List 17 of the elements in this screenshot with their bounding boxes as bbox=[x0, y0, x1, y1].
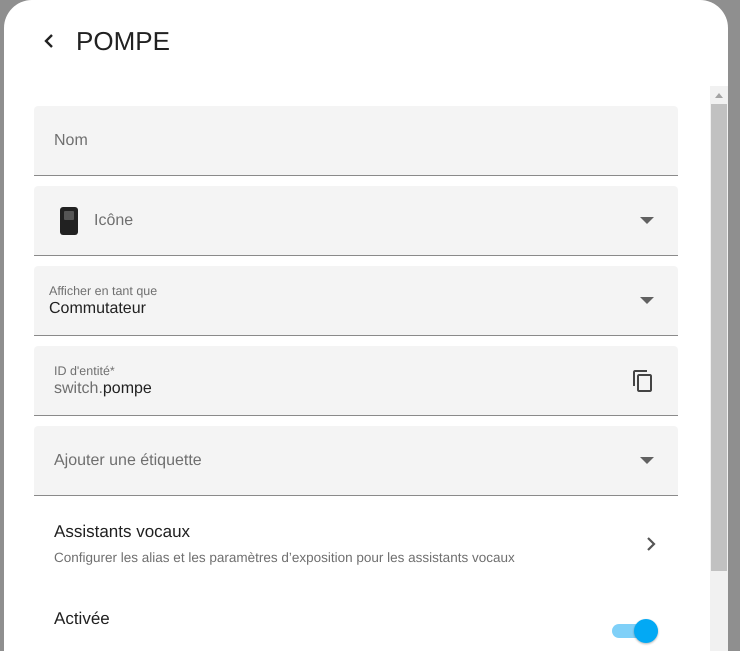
icon-field[interactable]: Icône bbox=[34, 186, 678, 256]
entity-id-field[interactable]: ID d'entité* switch.pompe bbox=[34, 346, 678, 416]
chevron-left-icon[interactable] bbox=[43, 33, 55, 49]
dropdown-arrow-icon[interactable] bbox=[640, 217, 654, 224]
select-field[interactable]: Afficher en tant que Commutateur bbox=[34, 266, 678, 336]
copy-icon[interactable] bbox=[632, 368, 654, 392]
scrollbar[interactable] bbox=[710, 86, 728, 651]
enabled-label: Activée bbox=[54, 609, 110, 630]
select-field[interactable]: Ajouter une étiquette bbox=[34, 426, 678, 496]
dialog-title: POMPE bbox=[76, 26, 170, 56]
enabled-switch[interactable] bbox=[612, 619, 658, 643]
switch-icon bbox=[60, 206, 78, 234]
chevron-right-icon bbox=[646, 536, 656, 552]
name-field[interactable]: Nom bbox=[34, 106, 678, 176]
dropdown-arrow-icon[interactable] bbox=[640, 297, 654, 304]
dropdown-arrow-icon[interactable] bbox=[640, 457, 654, 464]
voice-assistants-row[interactable]: Assistants vocaux Configurer les alias et les paramètres d’exposition pour les assistants vocaux bbox=[34, 506, 678, 585]
